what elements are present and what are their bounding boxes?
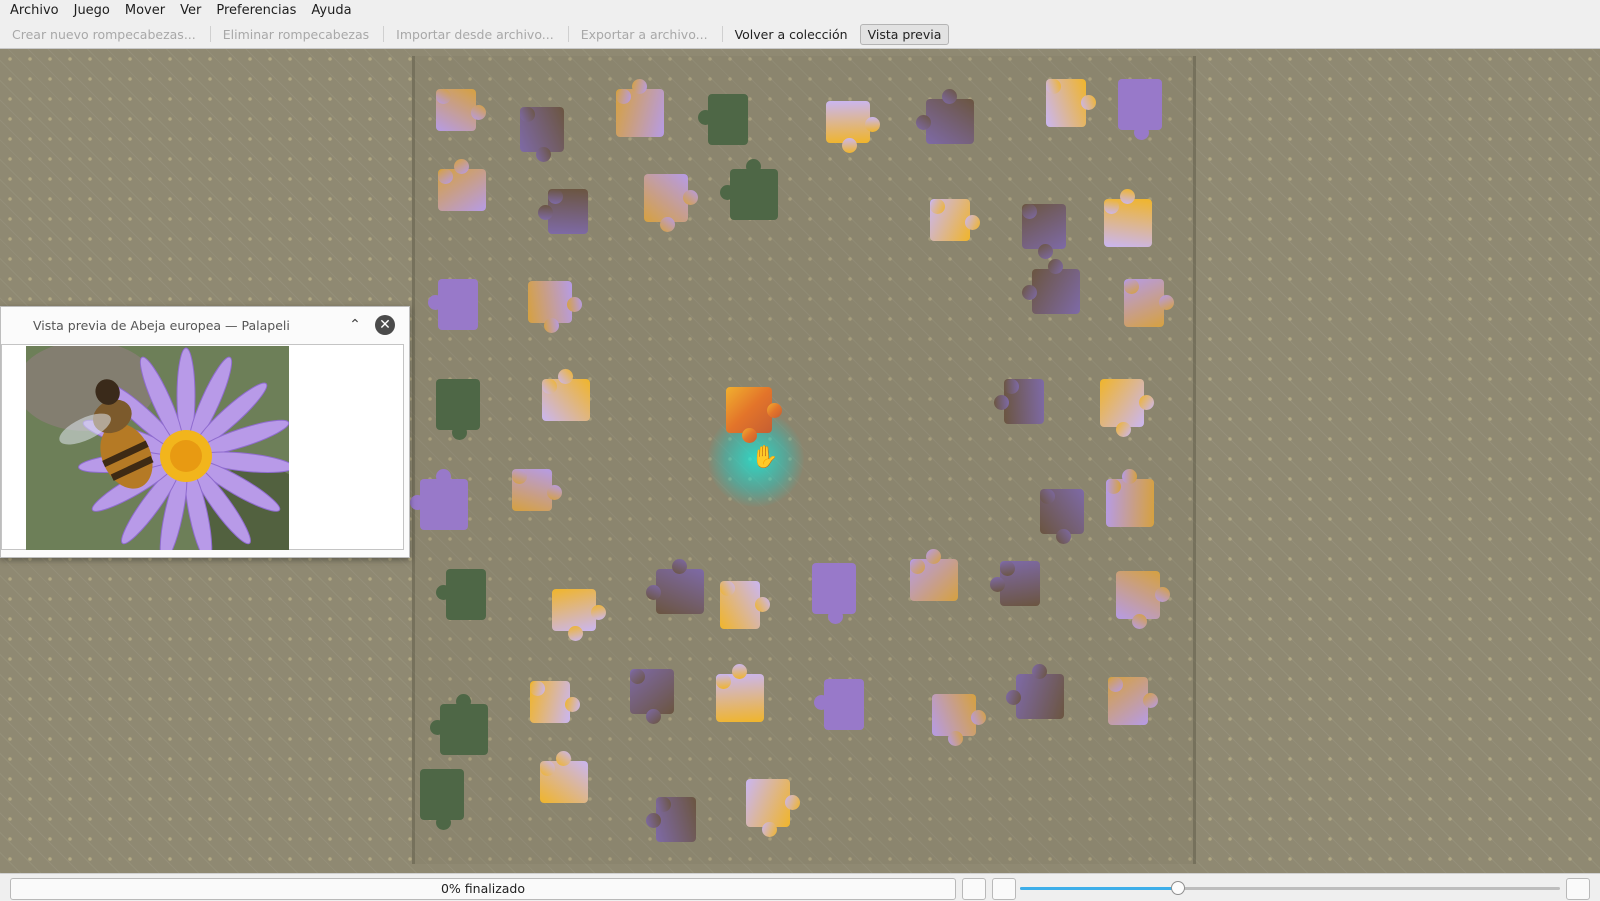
puzzle-piece[interactable] <box>1100 379 1154 437</box>
puzzle-piece[interactable] <box>1046 79 1096 127</box>
puzzle-piece[interactable] <box>646 797 696 842</box>
puzzle-piece[interactable] <box>1108 677 1158 725</box>
puzzle-piece[interactable] <box>616 79 664 137</box>
menu-ver[interactable]: Ver <box>175 3 206 18</box>
status-button[interactable] <box>992 878 1016 900</box>
preview-toggle-button[interactable]: Vista previa <box>859 23 950 45</box>
hand-cursor-icon: ✋ <box>751 445 779 470</box>
delete-puzzle-button[interactable]: Eliminar rompecabezas <box>215 24 377 45</box>
puzzle-piece[interactable] <box>1006 664 1064 719</box>
puzzle-piece[interactable] <box>930 199 980 241</box>
toolbar-separator <box>721 26 723 42</box>
puzzle-piece[interactable] <box>542 369 590 421</box>
statusbar: 0% finalizado <box>0 873 1600 901</box>
puzzle-piece[interactable] <box>916 89 974 144</box>
chevron-up-icon[interactable]: ⌃ <box>345 315 365 335</box>
puzzle-piece[interactable] <box>1106 469 1154 527</box>
preview-titlebar[interactable]: Vista previa de Abeja europea — Palapeli… <box>1 307 409 343</box>
import-file-button[interactable]: Importar desde archivo... <box>388 24 562 45</box>
status-button[interactable] <box>962 878 986 900</box>
status-button[interactable] <box>1566 878 1590 900</box>
puzzle-preview-image <box>26 346 289 550</box>
puzzle-piece[interactable] <box>520 107 564 162</box>
back-to-collection-button[interactable]: Volver a colección <box>727 24 856 45</box>
puzzle-piece[interactable] <box>720 159 778 220</box>
bee-flower-illustration <box>26 346 289 550</box>
puzzle-piece[interactable] <box>644 174 698 232</box>
toolbar-separator <box>383 26 385 42</box>
puzzle-piece[interactable] <box>538 189 588 234</box>
puzzle-piece[interactable] <box>646 559 704 614</box>
puzzle-piece[interactable] <box>720 581 770 629</box>
preview-frame <box>1 344 404 550</box>
puzzle-piece[interactable] <box>512 469 562 511</box>
puzzle-piece[interactable] <box>436 379 480 440</box>
toolbar-separator <box>567 26 569 42</box>
puzzle-piece[interactable] <box>990 561 1040 606</box>
puzzle-piece[interactable] <box>1040 489 1084 544</box>
preview-window-title: Vista previa de Abeja europea — Palapeli <box>33 318 290 333</box>
puzzle-piece[interactable] <box>436 569 486 620</box>
progress-text: 0% finalizado <box>440 881 525 896</box>
puzzle-piece[interactable] <box>428 279 478 330</box>
toolbar-separator <box>209 26 211 42</box>
puzzle-piece[interactable] <box>552 589 606 641</box>
progress-bar: 0% finalizado <box>10 878 956 900</box>
puzzle-piece[interactable] <box>436 89 486 131</box>
puzzle-piece[interactable] <box>1104 189 1152 247</box>
menu-archivo[interactable]: Archivo <box>5 3 64 18</box>
puzzle-piece[interactable] <box>1118 79 1162 140</box>
puzzle-piece[interactable] <box>698 94 748 145</box>
puzzle-piece[interactable] <box>1022 259 1080 314</box>
puzzle-piece[interactable] <box>430 694 488 755</box>
puzzle-piece[interactable] <box>630 669 674 724</box>
puzzle-piece[interactable] <box>812 563 856 624</box>
zoom-slider-handle[interactable] <box>1170 881 1185 895</box>
menu-juego[interactable]: Juego <box>69 3 115 18</box>
puzzle-piece[interactable] <box>994 379 1044 424</box>
puzzle-piece[interactable] <box>420 769 464 830</box>
puzzle-piece[interactable] <box>528 281 582 333</box>
puzzle-piece[interactable] <box>826 101 880 153</box>
puzzle-piece[interactable] <box>530 681 580 723</box>
puzzle-piece[interactable] <box>540 751 588 803</box>
zoom-slider-fill <box>1020 887 1177 890</box>
puzzle-piece[interactable] <box>716 664 764 722</box>
puzzle-piece[interactable] <box>1022 204 1066 259</box>
puzzle-piece[interactable] <box>814 679 864 730</box>
puzzle-piece[interactable] <box>1116 571 1170 629</box>
menu-ayuda[interactable]: Ayuda <box>306 3 356 18</box>
menu-mover[interactable]: Mover <box>120 3 170 18</box>
puzzle-piece[interactable] <box>932 694 986 746</box>
create-puzzle-button[interactable]: Crear nuevo rompecabezas... <box>4 24 204 45</box>
puzzle-piece[interactable] <box>410 469 468 530</box>
selected-puzzle-piece[interactable] <box>726 387 782 443</box>
menu-preferencias[interactable]: Preferencias <box>211 3 301 18</box>
puzzle-piece[interactable] <box>746 779 800 837</box>
close-icon[interactable]: ✕ <box>375 315 395 335</box>
menubar: Archivo Juego Mover Ver Preferencias Ayu… <box>0 0 1600 20</box>
puzzle-piece[interactable] <box>438 159 486 211</box>
preview-window: Vista previa de Abeja europea — Palapeli… <box>0 306 410 558</box>
export-file-button[interactable]: Exportar a archivo... <box>573 24 716 45</box>
puzzle-piece[interactable] <box>1124 279 1174 327</box>
puzzle-piece[interactable] <box>910 549 958 601</box>
zoom-slider[interactable] <box>1020 881 1560 895</box>
toolbar: Crear nuevo rompecabezas... Eliminar rom… <box>0 20 1600 49</box>
puzzle-table-area <box>412 56 1196 864</box>
